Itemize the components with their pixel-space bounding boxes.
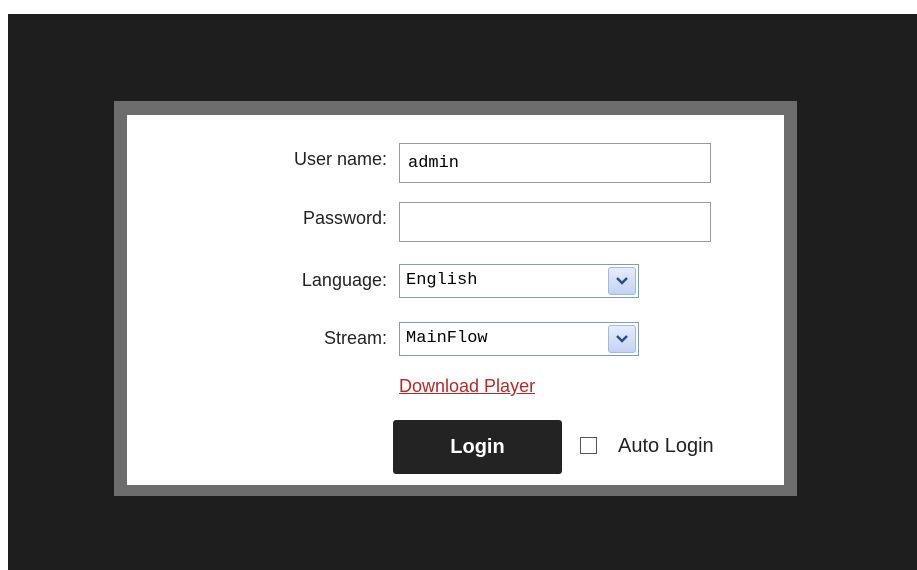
chevron-down-icon-shape [616, 335, 628, 343]
login-button[interactable]: Login [393, 420, 562, 474]
download-player-link[interactable]: Download Player [399, 376, 535, 397]
language-selected-value: English [406, 271, 478, 290]
stream-label: Stream: [323, 328, 387, 348]
password-label: Password: [302, 208, 387, 228]
username-input[interactable] [399, 143, 711, 183]
language-select[interactable]: English [399, 264, 639, 298]
login-panel: User name: Password: Language: English S… [127, 115, 784, 485]
chevron-down-icon-shape [616, 277, 628, 285]
chevron-down-icon[interactable] [608, 325, 636, 353]
password-input[interactable] [399, 202, 711, 242]
stream-select[interactable]: MainFlow [399, 322, 639, 356]
auto-login-checkbox[interactable] [580, 437, 597, 454]
language-label: Language: [301, 270, 387, 290]
username-label: User name: [293, 149, 387, 169]
stream-selected-value: MainFlow [406, 329, 488, 348]
auto-login-label: Auto Login [618, 435, 714, 457]
chevron-down-icon[interactable] [608, 267, 636, 295]
